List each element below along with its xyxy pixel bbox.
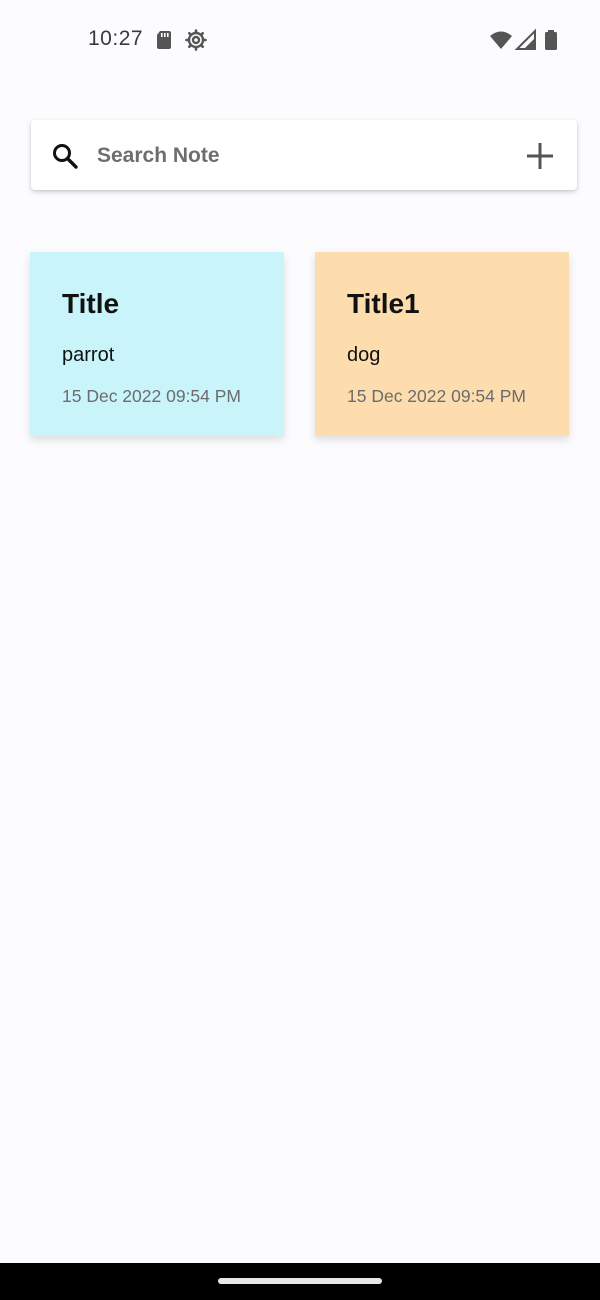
note-date: 15 Dec 2022 09:54 PM <box>347 386 527 406</box>
note-title: Title <box>62 288 120 319</box>
home-gesture-handle[interactable] <box>218 1278 382 1284</box>
search-input[interactable] <box>97 136 477 176</box>
note-date: 15 Dec 2022 09:54 PM <box>62 386 242 406</box>
search-bar <box>31 120 577 190</box>
signal-icon <box>514 28 538 52</box>
wifi-icon <box>489 28 513 52</box>
battery-icon <box>539 28 563 52</box>
status-bar: 10:27 <box>0 0 600 80</box>
navigation-bar <box>0 1263 600 1300</box>
add-note-button[interactable] <box>523 139 557 173</box>
note-body: parrot <box>62 344 115 366</box>
status-time: 10:27 <box>88 27 144 50</box>
settings-gear-icon <box>184 28 208 52</box>
note-card[interactable]: Title1 dog 15 Dec 2022 09:54 PM <box>315 252 569 436</box>
note-body: dog <box>347 344 381 366</box>
note-card[interactable]: Title parrot 15 Dec 2022 09:54 PM <box>30 252 284 436</box>
note-title: Title1 <box>347 288 420 319</box>
sd-card-icon <box>152 28 176 52</box>
search-icon[interactable] <box>51 142 79 170</box>
add-icon <box>527 143 553 169</box>
